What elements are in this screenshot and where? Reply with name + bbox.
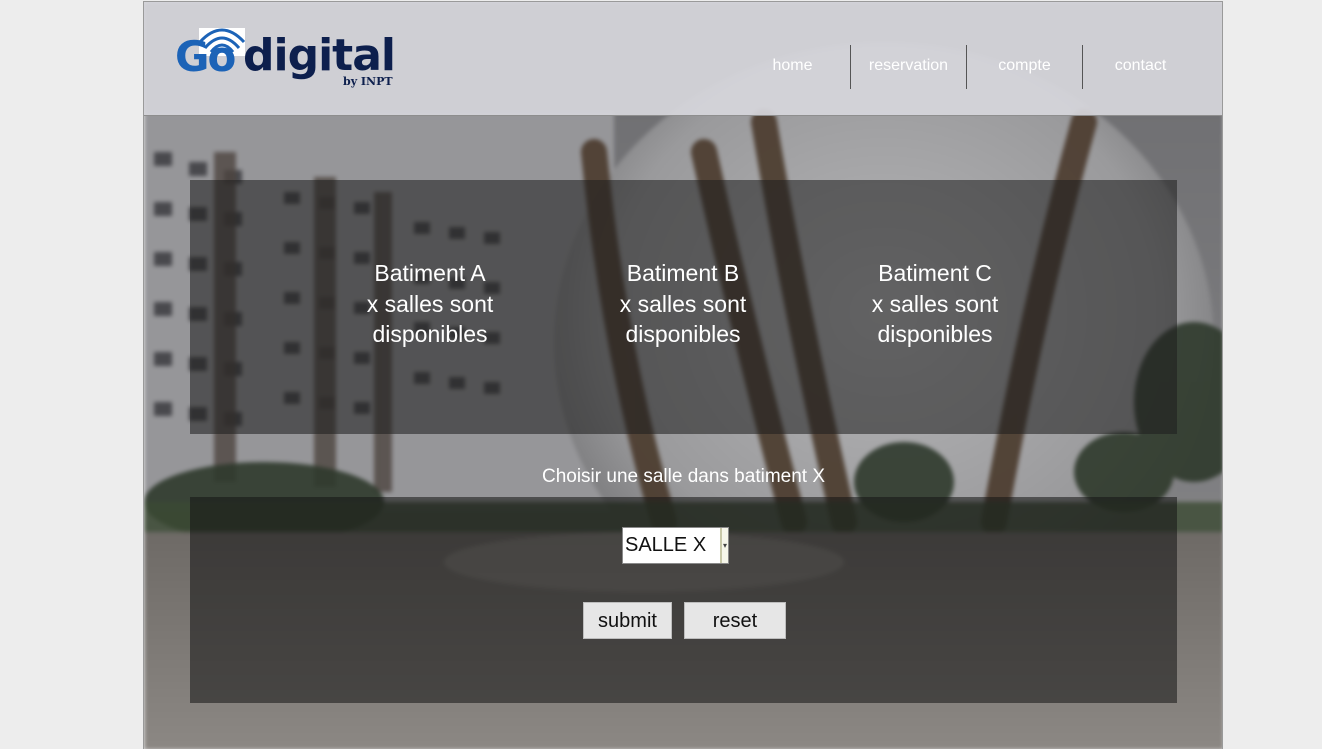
- building-availability: x salles sont: [366, 290, 494, 317]
- submit-button[interactable]: submit: [583, 602, 672, 639]
- building-name: Batiment B: [626, 260, 740, 286]
- reset-button[interactable]: reset: [684, 602, 786, 639]
- godigital-logo[interactable]: Go digital by INPT: [175, 28, 397, 92]
- dropdown-arrow-icon[interactable]: ▾: [720, 528, 728, 563]
- building-name: Batiment C: [878, 260, 992, 286]
- nav-compte[interactable]: compte: [967, 43, 1082, 89]
- page-frame: Go digital by INPT home reservation comp…: [143, 1, 1223, 749]
- building-c-info: Batiment C x salles sont disponibles: [825, 258, 1045, 350]
- nav-home[interactable]: home: [735, 43, 850, 89]
- room-select[interactable]: SALLE X ▾: [622, 527, 729, 564]
- site-header: Go digital by INPT home reservation comp…: [144, 2, 1222, 116]
- form-title: Choisir une salle dans batiment X: [541, 466, 826, 487]
- buildings-panel: Batiment A x salles sont disponibles Bat…: [190, 180, 1177, 434]
- logo-go-text: Go: [175, 32, 236, 81]
- nav-reservation[interactable]: reservation: [851, 43, 966, 89]
- building-a-info: Batiment A x salles sont disponibles: [320, 258, 540, 350]
- room-select-value: SALLE X: [625, 534, 707, 556]
- building-availability-suffix: disponibles: [625, 321, 741, 347]
- logo-digital-text: digital: [243, 30, 396, 81]
- main-nav: home reservation compte contact: [735, 45, 1198, 91]
- building-b-info: Batiment B x salles sont disponibles: [573, 258, 793, 350]
- room-selection-form: Choisir une salle dans batiment X SALLE …: [190, 434, 1177, 703]
- building-availability-suffix: disponibles: [372, 321, 488, 347]
- building-name: Batiment A: [374, 260, 486, 286]
- building-availability: x salles sont: [619, 290, 747, 317]
- logo-by-text: by INPT: [343, 75, 393, 88]
- building-availability: x salles sont: [871, 290, 999, 317]
- building-availability-suffix: disponibles: [877, 321, 993, 347]
- nav-contact[interactable]: contact: [1083, 43, 1198, 89]
